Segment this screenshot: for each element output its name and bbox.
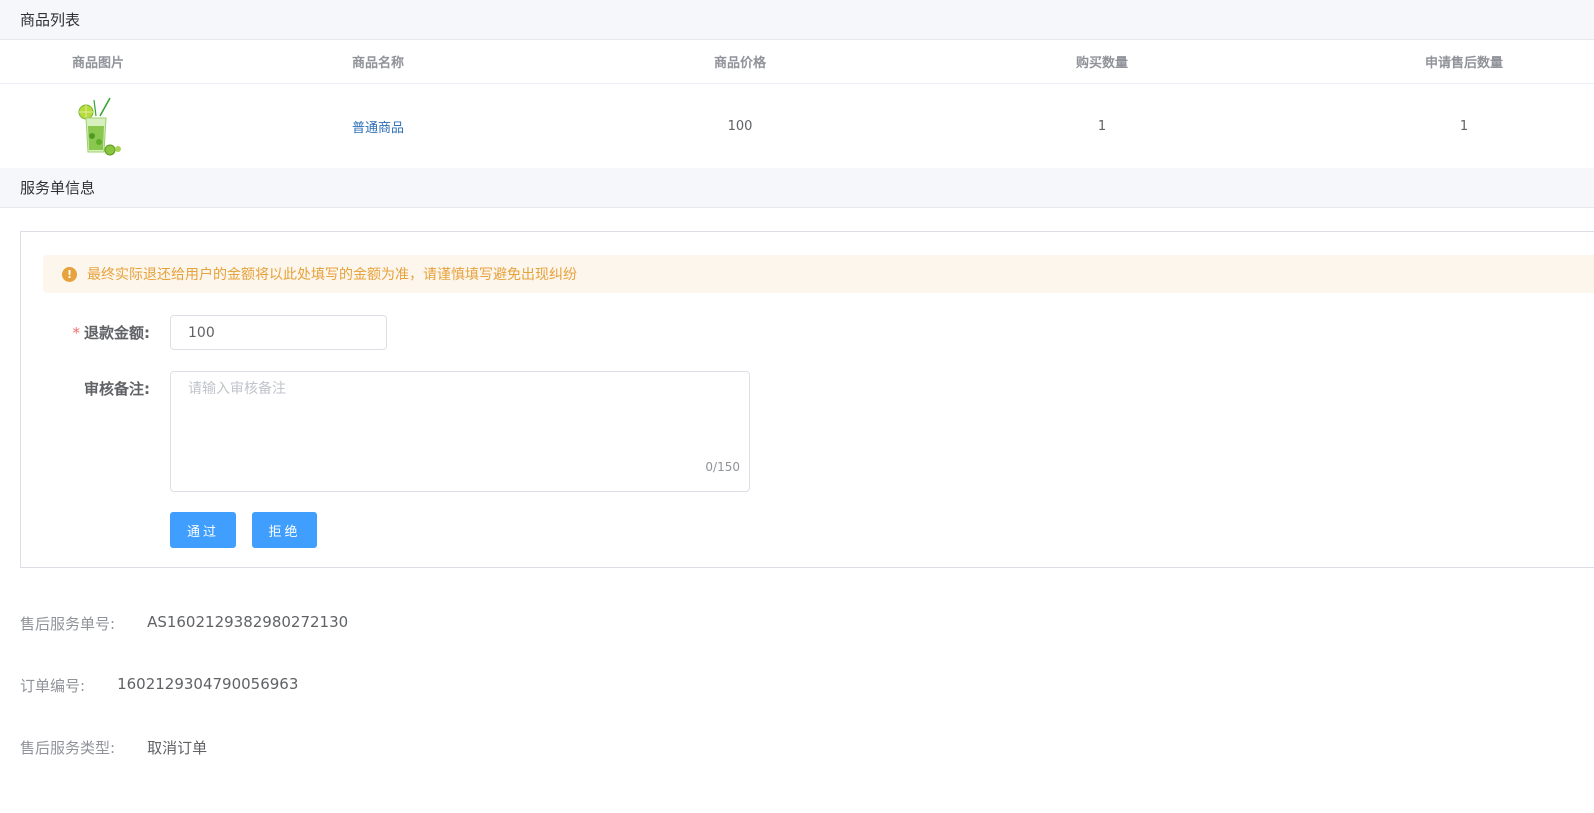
goods-table: 商品图片 商品名称 商品价格 购买数量 申请售后数量 普通商品 100 1 1 [0,40,1594,168]
goods-list-header: 商品列表 [0,0,1594,40]
review-note-label: 审核备注: [84,380,150,398]
aftersale-type-row: 售后服务类型: 取消订单 [20,737,207,758]
reject-button[interactable]: 拒绝 [252,512,317,548]
order-number-row: 订单编号: 1602129304790056963 [20,675,298,696]
warning-alert-text: 最终实际退还给用户的金额将以此处填写的金额为准，请谨慎填写避免出现纠纷 [87,267,577,283]
warning-icon: ! [62,266,77,282]
service-info-header: 服务单信息 [0,168,1594,208]
aftersale-type-label: 售后服务类型: [20,739,116,757]
refund-amount-input[interactable] [170,315,387,350]
aftersale-number-value: AS1602129382980272130 [147,613,349,631]
column-header-name: 商品名称 [352,56,405,71]
goods-image[interactable] [74,96,122,156]
goods-name-cell: 普通商品 [352,84,552,168]
column-header-aftersale-quantity: 申请售后数量 [1424,56,1503,71]
warning-alert: ! 最终实际退还给用户的金额将以此处填写的金额为准，请谨慎填写避免出现纠纷 [43,255,1594,293]
order-number-value: 1602129304790056963 [117,675,299,693]
column-header-price: 商品价格 [713,56,766,71]
goods-quantity-cell: 1 [1097,118,1107,134]
aftersale-number-label: 售后服务单号: [20,615,116,633]
goods-table-header: 商品图片 商品名称 商品价格 购买数量 申请售后数量 [0,40,1594,84]
table-row: 普通商品 100 1 1 [0,84,1594,168]
goods-name-link[interactable]: 普通商品 [352,117,404,136]
note-char-counter: 0/150 [705,460,740,474]
aftersale-type-value: 取消订单 [147,739,208,757]
goods-price-cell: 100 [727,118,753,134]
refund-amount-label-text: 退款金额: [84,324,150,342]
order-number-label: 订单编号: [20,677,86,695]
goods-image-cell [0,84,196,168]
column-header-quantity: 购买数量 [1075,56,1128,71]
required-mark: * [72,324,81,342]
review-note-textarea[interactable] [170,371,750,492]
goods-aftersale-quantity-cell: 1 [1459,118,1469,134]
refund-amount-label: * 退款金额: [20,322,151,343]
column-header-image: 商品图片 [71,56,124,71]
aftersale-number-row: 售后服务单号: AS1602129382980272130 [20,613,348,634]
approve-button[interactable]: 通过 [170,512,236,548]
